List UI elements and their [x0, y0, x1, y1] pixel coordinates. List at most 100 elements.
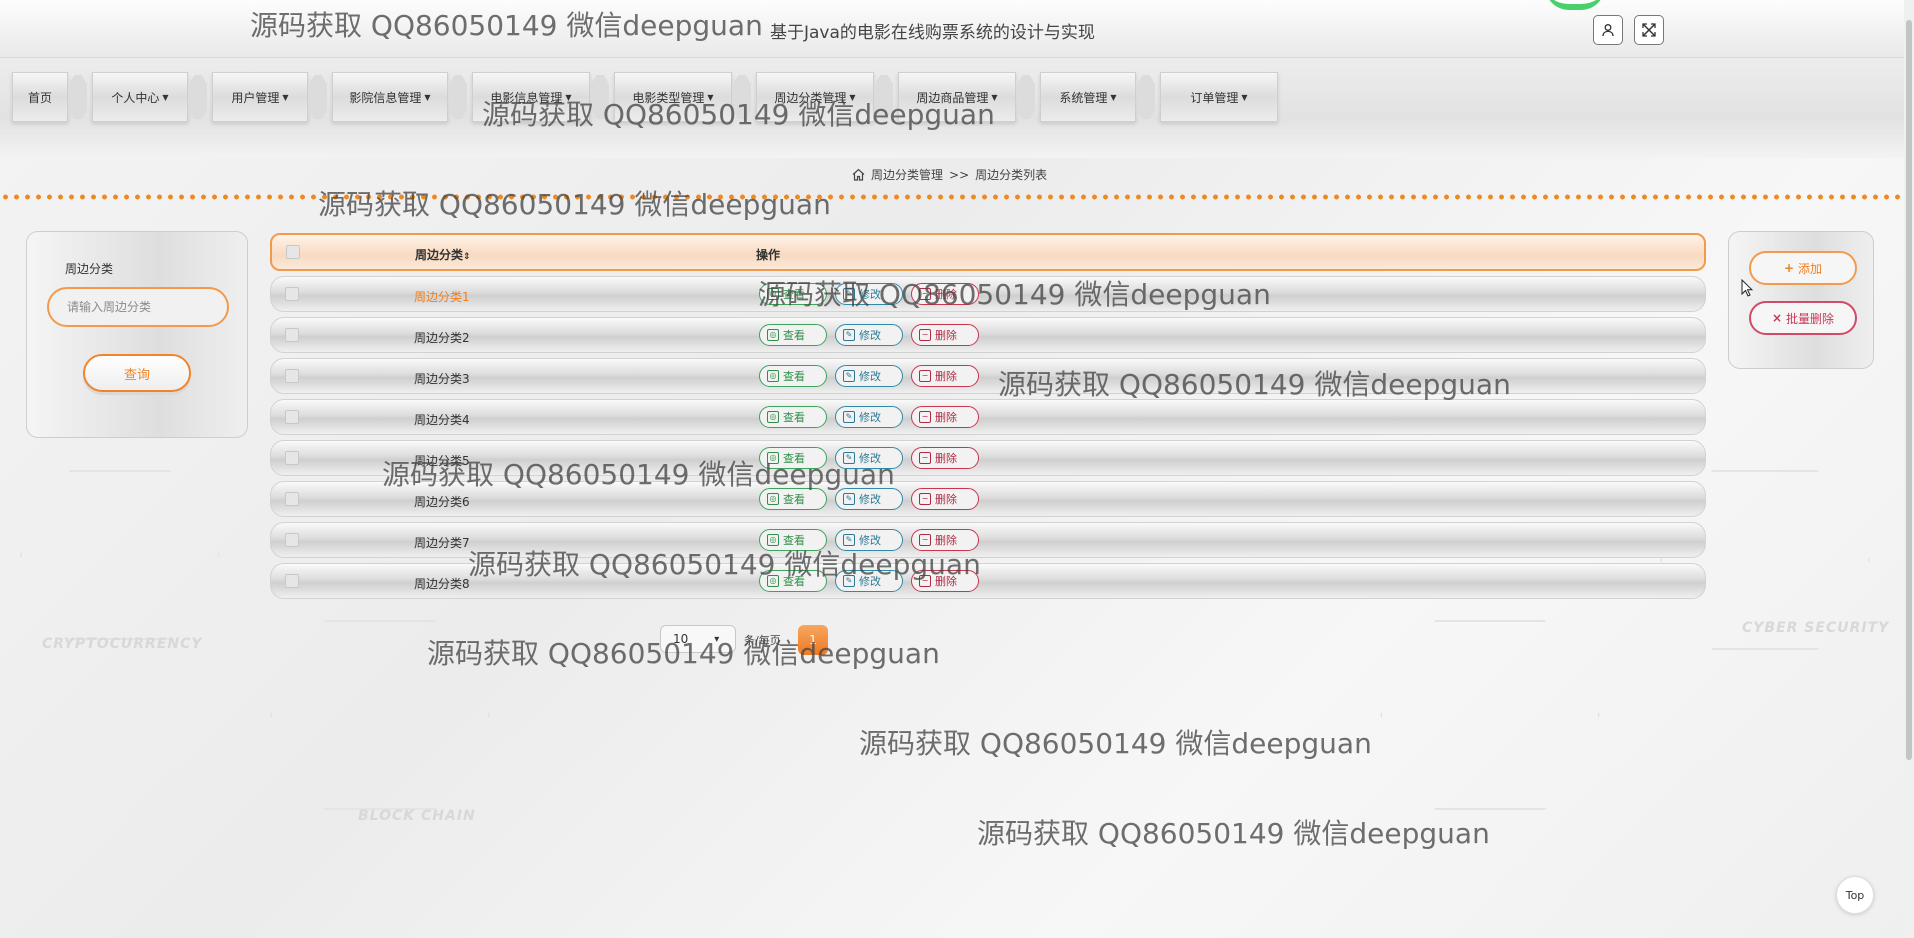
delete-icon: − — [919, 411, 931, 423]
page-size-select[interactable]: 10 ▾ — [660, 625, 736, 653]
view-button[interactable]: ◎ 查看 — [759, 406, 827, 428]
row-checkbox[interactable] — [285, 369, 299, 383]
category-name-cell: 周边分类7 — [414, 536, 470, 550]
delete-button[interactable]: − 删除 — [911, 365, 979, 387]
edit-label: 修改 — [859, 534, 881, 547]
select-all-checkbox[interactable] — [286, 245, 300, 259]
chevron-down-icon: ▾ — [714, 633, 720, 645]
row-actions: ◎ 查看 ✎ 修改 − 删除 — [759, 447, 979, 469]
add-button-label: 添加 — [1798, 261, 1823, 276]
delete-button[interactable]: − 删除 — [911, 324, 979, 346]
caret-down-icon: ▼ — [707, 92, 714, 102]
sort-icon: ⇕ — [463, 252, 471, 262]
nav-peripheral-category-management[interactable]: 周边分类管理 ▼ — [756, 72, 874, 122]
nav-movie-management[interactable]: 电影信息管理 ▼ — [472, 72, 590, 122]
bg-label-crypto: CRYPTOCURRENCY — [42, 636, 203, 652]
add-button[interactable]: + 添加 — [1749, 251, 1857, 285]
nav-system-management[interactable]: 系统管理 ▼ — [1040, 72, 1136, 122]
row-checkbox[interactable] — [285, 451, 299, 465]
category-name-cell: 周边分类8 — [414, 577, 470, 591]
edit-icon: ✎ — [843, 288, 855, 300]
nav-label: 电影类型管理 — [632, 90, 705, 105]
status-arc — [1545, 0, 1605, 10]
delete-label: 删除 — [935, 493, 957, 506]
view-button[interactable]: ◎ 查看 — [759, 488, 827, 510]
view-button[interactable]: ◎ 查看 — [759, 529, 827, 551]
delete-icon: − — [919, 370, 931, 382]
category-name-cell: 周边分类2 — [414, 331, 470, 345]
edit-icon: ✎ — [843, 575, 855, 587]
nav-cinema-management[interactable]: 影院信息管理 ▼ — [332, 72, 448, 122]
view-button[interactable]: ◎ 查看 — [759, 324, 827, 346]
row-actions: ◎ 查看 ✎ 修改 − 删除 — [759, 488, 979, 510]
search-input[interactable] — [47, 287, 229, 327]
view-button[interactable]: ◎ 查看 — [759, 365, 827, 387]
edit-button[interactable]: ✎ 修改 — [835, 324, 903, 346]
edit-icon: ✎ — [843, 493, 855, 505]
edit-button[interactable]: ✎ 修改 — [835, 529, 903, 551]
nav-user-management[interactable]: 用户管理 ▼ — [212, 72, 308, 122]
row-checkbox[interactable] — [285, 574, 299, 588]
delete-button[interactable]: − 删除 — [911, 447, 979, 469]
edit-button[interactable]: ✎ 修改 — [835, 488, 903, 510]
caret-down-icon: ▼ — [565, 92, 572, 102]
edit-button[interactable]: ✎ 修改 — [835, 447, 903, 469]
query-button[interactable]: 查询 — [83, 354, 191, 392]
back-to-top-button[interactable]: Top — [1836, 876, 1874, 914]
fullscreen-button[interactable] — [1634, 15, 1664, 45]
column-label: 周边分类 — [415, 248, 464, 262]
view-icon: ◎ — [767, 329, 779, 341]
delete-label: 删除 — [935, 452, 957, 465]
delete-button[interactable]: − 删除 — [911, 406, 979, 428]
breadcrumb-parent[interactable]: 周边分类管理 — [871, 166, 943, 183]
watermark: 源码获取 QQ86050149 微信deepguan — [977, 817, 1490, 850]
nav-movie-type-management[interactable]: 电影类型管理 ▼ — [614, 72, 732, 122]
page-size-value: 10 — [673, 632, 689, 646]
nav-label: 影院信息管理 — [349, 90, 422, 105]
scrollbar-thumb[interactable] — [1906, 20, 1912, 760]
view-button[interactable]: ◎ 查看 — [759, 570, 827, 592]
nav-peripheral-goods-management[interactable]: 周边商品管理 ▼ — [898, 72, 1016, 122]
row-checkbox[interactable] — [285, 492, 299, 506]
delete-button[interactable]: − 删除 — [911, 529, 979, 551]
row-checkbox[interactable] — [285, 410, 299, 424]
view-icon: ◎ — [767, 370, 779, 382]
view-button[interactable]: ◎ 查看 — [759, 283, 827, 305]
nav-order-management[interactable]: 订单管理 ▼ — [1160, 72, 1278, 122]
user-button[interactable] — [1593, 15, 1623, 45]
edit-label: 修改 — [859, 329, 881, 342]
edit-label: 修改 — [859, 575, 881, 588]
row-checkbox[interactable] — [285, 533, 299, 547]
row-checkbox[interactable] — [285, 287, 299, 301]
table-row: 周边分类3 ◎ 查看 ✎ 修改 − 删除 — [270, 358, 1706, 394]
page-button-current[interactable]: 1 — [798, 625, 828, 655]
edit-button[interactable]: ✎ 修改 — [835, 570, 903, 592]
table-row: 周边分类1 ◎ 查看 ✎ 修改 − 删除 — [270, 276, 1706, 312]
nav-personal-center[interactable]: 个人中心 ▼ — [92, 72, 188, 122]
delete-icon: − — [919, 452, 931, 464]
edit-icon: ✎ — [843, 534, 855, 546]
caret-down-icon: ▼ — [424, 92, 431, 102]
table-row: 周边分类5 ◎ 查看 ✎ 修改 − 删除 — [270, 440, 1706, 476]
delete-button[interactable]: − 删除 — [911, 570, 979, 592]
delete-button[interactable]: − 删除 — [911, 488, 979, 510]
edit-button[interactable]: ✎ 修改 — [835, 406, 903, 428]
delete-label: 删除 — [935, 534, 957, 547]
nav-home[interactable]: 首页 — [12, 72, 68, 122]
view-icon: ◎ — [767, 575, 779, 587]
table-row: 周边分类4 ◎ 查看 ✎ 修改 − 删除 — [270, 399, 1706, 435]
home-icon — [852, 168, 865, 181]
edit-button[interactable]: ✎ 修改 — [835, 365, 903, 387]
batch-delete-button[interactable]: × 批量删除 — [1749, 301, 1857, 335]
search-label: 周边分类 — [65, 262, 114, 276]
bg-hex — [270, 620, 490, 810]
bg-label-blockchain: BLOCK CHAIN — [358, 808, 476, 824]
column-header-category[interactable]: 周边分类⇕ — [415, 246, 471, 263]
delete-button[interactable]: − 删除 — [911, 283, 979, 305]
row-checkbox[interactable] — [285, 328, 299, 342]
site-title: 基于Java的电影在线购票系统的设计与实现 — [770, 23, 1095, 43]
row-actions: ◎ 查看 ✎ 修改 − 删除 — [759, 406, 979, 428]
view-icon: ◎ — [767, 493, 779, 505]
view-button[interactable]: ◎ 查看 — [759, 447, 827, 469]
edit-button[interactable]: ✎ 修改 — [835, 283, 903, 305]
